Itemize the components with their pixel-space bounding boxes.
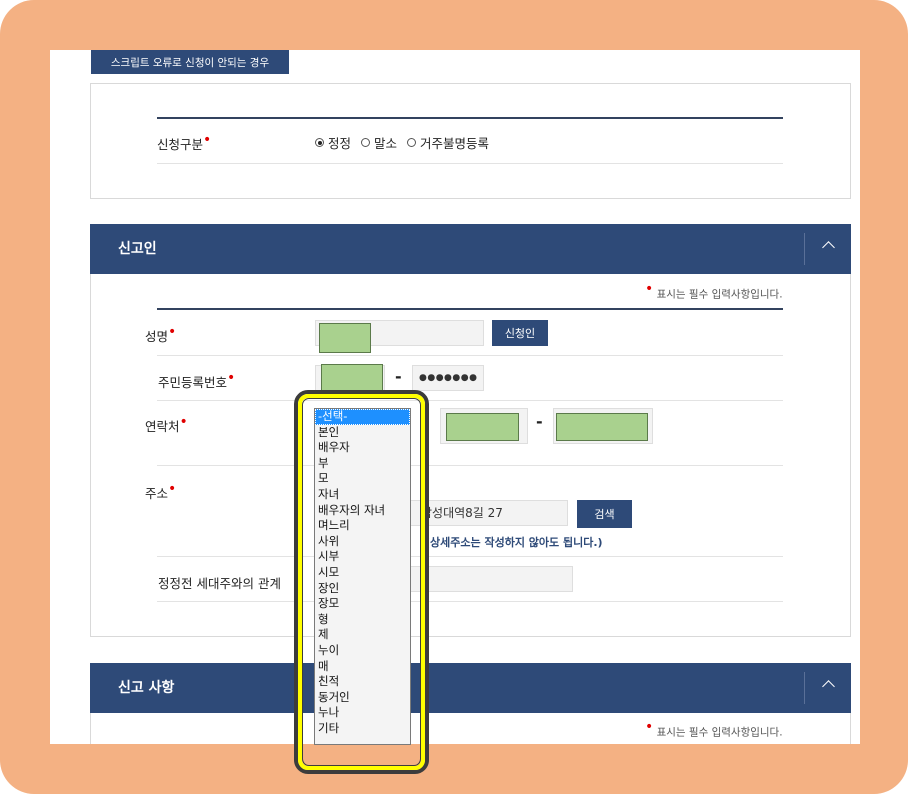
required-mark: •	[645, 281, 654, 297]
reporter-section-header[interactable]: 신고인	[90, 224, 851, 274]
required-mark: •	[227, 369, 236, 386]
relation-label: 정정전 세대주와의 관계	[158, 576, 281, 591]
radio-unknown-residence[interactable]: 거주불명등록	[407, 133, 489, 152]
contact-label-text: 연락처	[145, 419, 180, 434]
required-mark: •	[168, 480, 177, 497]
dropdown-option[interactable]: 친적	[315, 674, 410, 690]
masked-contact-last	[556, 413, 648, 441]
rrn-label: 주민등록번호•	[158, 369, 236, 391]
dropdown-option[interactable]: 자녀	[315, 487, 410, 503]
name-label-text: 성명	[145, 329, 169, 344]
required-mark: •	[179, 413, 188, 430]
radio-correction[interactable]: 정정	[315, 133, 351, 152]
chevron-up-icon[interactable]	[822, 241, 835, 254]
table-top-line	[157, 308, 783, 310]
request-type-radio-group: 정정 말소 거주불명등록	[315, 133, 499, 152]
masked-contact-middle	[446, 413, 519, 441]
reporter-section-title: 신고인	[118, 241, 157, 257]
dropdown-option[interactable]: 장모	[315, 596, 410, 612]
relation-dropdown-list[interactable]: -선택- 본인 배우자 부 모 자녀 배우자의 자녀 며느리 사위 시부 시모 …	[314, 408, 411, 745]
dropdown-option[interactable]: 매	[315, 659, 410, 675]
applicant-button[interactable]: 신청인	[492, 320, 548, 346]
dropdown-option[interactable]: -선택-	[315, 409, 410, 425]
row-divider	[157, 400, 783, 401]
required-note: • 표시는 필수 입력사항입니다.	[645, 719, 783, 740]
address-search-button[interactable]: 검색	[577, 500, 632, 528]
dropdown-option[interactable]: 장인	[315, 581, 410, 597]
dropdown-option[interactable]: 배우자	[315, 440, 410, 456]
radio-cancellation[interactable]: 말소	[361, 133, 397, 152]
required-note: • 표시는 필수 입력사항입니다.	[645, 281, 783, 302]
radio-cancellation-label: 말소	[374, 136, 398, 151]
masked-rrn-front	[321, 364, 383, 392]
report-section-title: 신고 사항	[118, 680, 175, 696]
address-input[interactable]: 삼성대역8길 27	[410, 500, 568, 526]
required-note-text: 표시는 필수 입력사항입니다.	[656, 726, 783, 739]
report-section-header[interactable]: 신고 사항	[90, 663, 851, 713]
request-type-label: 신청구분•	[157, 131, 212, 153]
dropdown-option[interactable]: 시부	[315, 549, 410, 565]
radio-unknown-residence-circle[interactable]	[407, 138, 417, 147]
dropdown-option[interactable]: 배우자의 자녀	[315, 503, 410, 519]
radio-correction-circle[interactable]	[315, 138, 324, 147]
dropdown-option[interactable]: 누나	[315, 705, 410, 721]
row-divider	[157, 601, 783, 602]
row-divider	[157, 163, 783, 164]
header-divider	[804, 672, 805, 704]
dropdown-option[interactable]: 며느리	[315, 518, 410, 534]
masked-name	[319, 323, 371, 353]
required-mark: •	[168, 323, 177, 340]
relation-select[interactable]	[410, 566, 573, 592]
dropdown-option[interactable]: 사위	[315, 534, 410, 550]
radio-correction-label: 정정	[328, 136, 352, 151]
required-mark: •	[203, 131, 212, 148]
row-divider	[157, 355, 783, 356]
dropdown-option[interactable]: 모	[315, 471, 410, 487]
dropdown-option[interactable]: 기타	[315, 721, 410, 737]
chevron-up-icon[interactable]	[822, 680, 835, 693]
dropdown-option[interactable]: 동거인	[315, 690, 410, 706]
rrn-label-text: 주민등록번호	[158, 375, 228, 390]
dropdown-option[interactable]: 부	[315, 456, 410, 472]
row-divider	[157, 465, 783, 466]
rrn-dash: -	[395, 367, 402, 386]
address-label: 주소•	[145, 480, 177, 502]
required-mark: •	[645, 719, 654, 735]
form-page: 스크립트 오류로 신청이 안되는 경우 신청구분• 정정 말소 거주불명등록 신…	[50, 50, 860, 744]
dropdown-option[interactable]: 누이	[315, 643, 410, 659]
address-label-text: 주소	[145, 486, 169, 501]
name-label: 성명•	[145, 323, 177, 345]
radio-unknown-residence-label: 거주불명등록	[420, 136, 490, 151]
address-note: (상세주소는 작성하지 않아도 됩니다.)	[425, 536, 603, 549]
contact-dash: -	[536, 412, 543, 431]
dropdown-option[interactable]: 형	[315, 612, 410, 628]
dropdown-option[interactable]: 본인	[315, 425, 410, 441]
table-top-line	[157, 117, 783, 119]
dropdown-option[interactable]: 제	[315, 627, 410, 643]
header-divider	[804, 233, 805, 265]
radio-cancellation-circle[interactable]	[361, 138, 371, 147]
script-error-button[interactable]: 스크립트 오류로 신청이 안되는 경우	[91, 50, 289, 74]
row-divider	[157, 556, 783, 557]
rrn-back-input[interactable]: ●●●●●●●	[412, 365, 484, 391]
request-type-label-text: 신청구분	[157, 137, 204, 152]
contact-label: 연락처•	[145, 413, 188, 435]
required-note-text: 표시는 필수 입력사항입니다.	[656, 288, 783, 301]
dropdown-option[interactable]: 시모	[315, 565, 410, 581]
